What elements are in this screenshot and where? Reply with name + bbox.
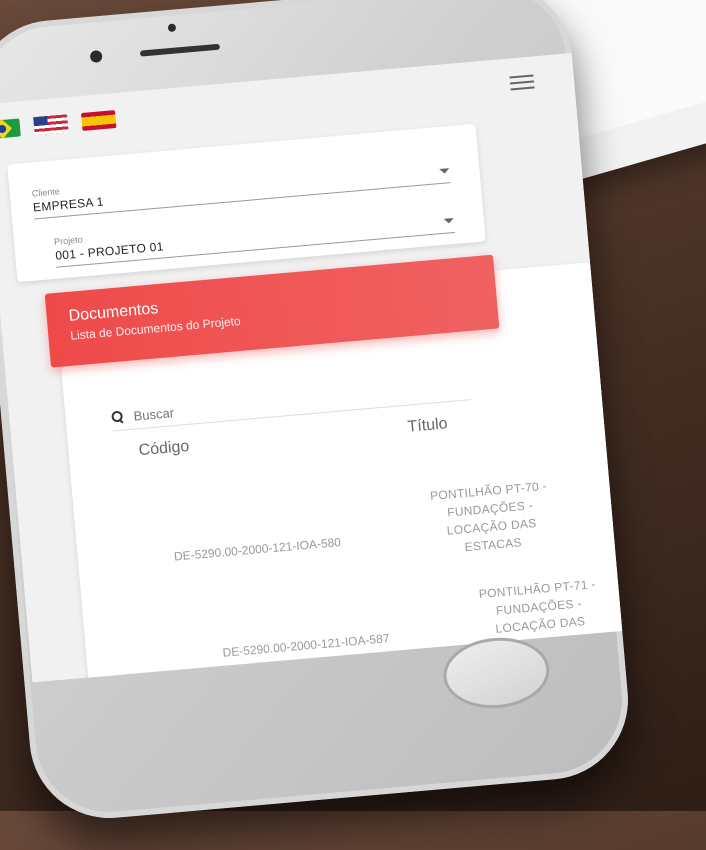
documents-card: Documentos Lista de Documentos do Projet… bbox=[44, 254, 623, 683]
column-header-codigo[interactable]: Código bbox=[138, 438, 190, 460]
app-screen: Cliente EMPRESA 1 Projeto 001 - PROJETO … bbox=[0, 53, 623, 683]
phone: Cliente EMPRESA 1 Projeto 001 - PROJETO … bbox=[0, 0, 696, 850]
row-codigo: DE-5290.00-2000-121-IOA-580 bbox=[173, 535, 342, 564]
spain-flag-icon[interactable] bbox=[81, 110, 117, 131]
search-input[interactable] bbox=[130, 380, 436, 425]
chevron-down-icon bbox=[439, 168, 450, 175]
usa-flag-icon[interactable] bbox=[33, 114, 69, 136]
column-header-titulo[interactable]: Título bbox=[407, 415, 448, 436]
brazil-flag-icon[interactable] bbox=[0, 118, 21, 140]
chevron-down-icon bbox=[443, 217, 455, 224]
search-icon bbox=[111, 410, 124, 423]
hamburger-menu-icon[interactable] bbox=[509, 74, 535, 91]
row-titulo: PONTILHÃO PT-70 - FUNDAÇÕES - LOCAÇÃO DA… bbox=[429, 478, 548, 555]
